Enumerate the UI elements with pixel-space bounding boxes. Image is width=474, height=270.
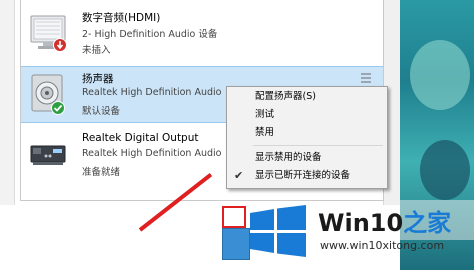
menu-item-test[interactable]: 测试: [227, 106, 387, 124]
device-description: Realtek High Definition Audio: [82, 87, 222, 98]
menu-separator: [253, 145, 383, 146]
unplugged-down-arrow-icon: [53, 38, 67, 52]
volume-level-meter: [361, 73, 371, 85]
menu-item-label: 禁用: [255, 127, 275, 138]
device-name: 数字音频(HDMI): [82, 12, 161, 24]
checkmark-icon: ✔: [234, 169, 244, 182]
watermark-title-accent: 之家: [403, 209, 452, 237]
device-context-menu: 配置扬声器(S) 测试 禁用 显示禁用的设备 ✔ 显示已断开连接的设备: [226, 86, 388, 189]
device-name: Realtek Digital Output: [82, 132, 199, 144]
device-name: 扬声器: [82, 73, 114, 85]
menu-item-show-disabled-devices[interactable]: 显示禁用的设备: [227, 149, 387, 167]
menu-item-configure-speakers[interactable]: 配置扬声器(S): [227, 88, 387, 106]
device-status: 未插入: [82, 45, 111, 56]
menu-item-label: 显示已断开连接的设备: [255, 170, 351, 181]
speaker-icon: [29, 73, 67, 115]
menu-item-disable[interactable]: 禁用: [227, 124, 387, 142]
device-description: Realtek High Definition Audio: [82, 148, 222, 159]
device-item-hdmi[interactable]: 数字音频(HDMI) 2- High Definition Audio 设备 未…: [21, 6, 383, 62]
windows-logo-icon: [250, 205, 306, 257]
default-check-icon: [51, 101, 65, 115]
menu-item-label: 显示禁用的设备: [255, 152, 322, 163]
menu-item-label: 配置扬声器(S): [255, 91, 316, 102]
device-description: 2- High Definition Audio 设备: [82, 29, 218, 40]
watermark-url: www.win10xitong.com: [320, 239, 445, 252]
monitor-speaker-icon: [29, 12, 67, 54]
digital-output-icon: [29, 134, 67, 176]
menu-item-label: 测试: [255, 109, 275, 120]
device-status: 准备就绪: [82, 167, 121, 178]
watermark-title-main: Win10: [318, 209, 404, 237]
watermark: Win10之家 www.win10xitong.com: [240, 197, 474, 270]
watermark-title: Win10之家: [318, 203, 451, 238]
device-status: 默认设备: [82, 106, 121, 117]
menu-item-show-disconnected-devices[interactable]: ✔ 显示已断开连接的设备: [227, 167, 387, 185]
